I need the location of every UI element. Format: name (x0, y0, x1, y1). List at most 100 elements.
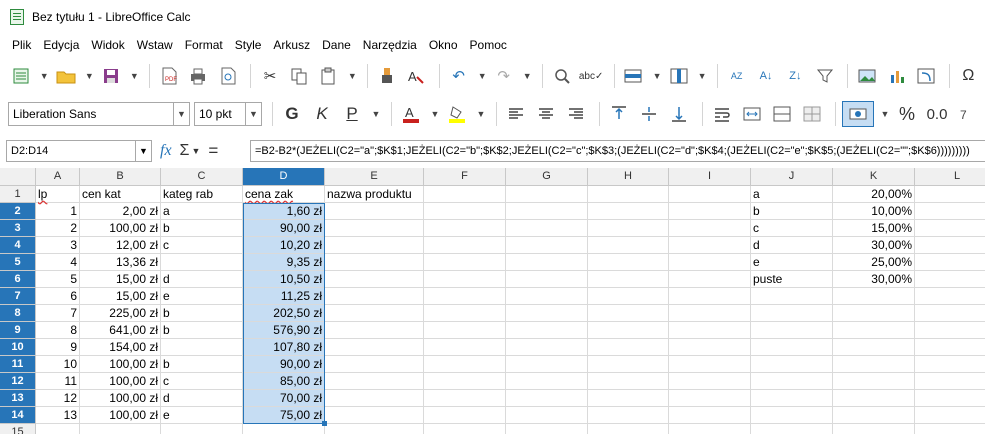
cell[interactable] (833, 339, 915, 356)
cell[interactable] (669, 322, 751, 339)
table-cell-lp[interactable]: 4 (36, 254, 80, 271)
insert-image-icon[interactable] (854, 63, 879, 89)
spreadsheet-grid[interactable]: A B C D E F G H I J K L 1 2 3 4 5 6 7 8 9 10 11 12 13 14 15 lp cen k… (0, 168, 985, 434)
sort-icon[interactable]: AZ (724, 63, 749, 89)
align-bottom-icon[interactable] (666, 101, 692, 127)
table-cell-cen-kat[interactable]: 100,00 zł (80, 407, 161, 424)
cell[interactable] (588, 186, 669, 203)
cell[interactable] (424, 271, 506, 288)
cell[interactable] (325, 271, 424, 288)
cell[interactable] (751, 356, 833, 373)
font-name-dropdown-arrow-icon[interactable]: ▼ (173, 103, 189, 125)
table-cell-cena-zak[interactable]: 9,35 zł (243, 254, 325, 271)
cell[interactable] (424, 254, 506, 271)
table-cell-kateg[interactable]: e (161, 288, 243, 305)
cell[interactable] (669, 424, 751, 434)
export-pdf-icon[interactable]: PDF (156, 63, 181, 89)
spelling-icon[interactable]: abc✓ (578, 63, 604, 89)
name-box[interactable]: D2:D14 ▼ (6, 140, 152, 162)
menu-item-6[interactable]: Arkusz (267, 38, 316, 52)
open-folder-icon[interactable] (53, 63, 78, 89)
paste-icon[interactable] (316, 63, 341, 89)
cell[interactable] (506, 305, 588, 322)
cell[interactable] (915, 203, 985, 220)
table-cell-kateg[interactable]: e (161, 407, 243, 424)
undo-icon[interactable]: ↶ (446, 63, 471, 89)
table-cell-cena-zak[interactable]: 90,00 zł (243, 220, 325, 237)
cell[interactable] (915, 356, 985, 373)
cell[interactable] (669, 237, 751, 254)
cell[interactable] (751, 407, 833, 424)
table-cell-cena-zak[interactable]: 90,00 zł (243, 356, 325, 373)
column-header-b[interactable]: B (80, 168, 161, 186)
cell[interactable] (588, 373, 669, 390)
table-cell-lp[interactable]: 13 (36, 407, 80, 424)
cell[interactable] (325, 220, 424, 237)
table-cell-kateg[interactable]: b (161, 220, 243, 237)
table-cell-lp[interactable]: 6 (36, 288, 80, 305)
cell[interactable] (588, 356, 669, 373)
discount-value[interactable]: 20,00% (833, 186, 915, 203)
table-cell-kateg[interactable]: b (161, 356, 243, 373)
cell[interactable] (588, 288, 669, 305)
clear-formatting-icon[interactable]: A (404, 63, 429, 89)
align-center-icon[interactable] (533, 101, 559, 127)
column-header-g[interactable]: G (506, 168, 588, 186)
cell[interactable] (424, 288, 506, 305)
column-icon[interactable] (666, 63, 691, 89)
table-cell-kateg[interactable] (161, 339, 243, 356)
table-cell-cen-kat[interactable]: 100,00 zł (80, 220, 161, 237)
save-icon[interactable] (98, 63, 123, 89)
menu-item-7[interactable]: Dane (316, 38, 357, 52)
discount-label[interactable]: puste (751, 271, 833, 288)
menu-item-10[interactable]: Pomoc (464, 38, 513, 52)
discount-label[interactable]: e (751, 254, 833, 271)
discount-value[interactable]: 30,00% (833, 271, 915, 288)
cell[interactable] (669, 407, 751, 424)
cell[interactable] (669, 305, 751, 322)
discount-label[interactable]: c (751, 220, 833, 237)
cell[interactable] (833, 322, 915, 339)
table-cell-lp[interactable]: 5 (36, 271, 80, 288)
table-cell-kateg[interactable]: c (161, 237, 243, 254)
table-cell-cen-kat[interactable]: 641,00 zł (80, 322, 161, 339)
cell[interactable] (325, 322, 424, 339)
table-cell-cen-kat[interactable]: 2,00 zł (80, 203, 161, 220)
table-cell-lp[interactable]: 2 (36, 220, 80, 237)
cell[interactable] (588, 237, 669, 254)
cell[interactable] (588, 305, 669, 322)
row-header-14[interactable]: 14 (0, 407, 36, 424)
copy-icon[interactable] (287, 63, 312, 89)
cell[interactable] (669, 203, 751, 220)
cell[interactable] (506, 339, 588, 356)
table-cell-cena-zak[interactable]: 10,50 zł (243, 271, 325, 288)
align-left-icon[interactable] (503, 101, 529, 127)
discount-label[interactable]: a (751, 186, 833, 203)
cell-d1[interactable]: cena zak (243, 186, 325, 203)
table-cell-cena-zak[interactable]: 1,60 zł (243, 203, 325, 220)
cell[interactable] (915, 254, 985, 271)
cell[interactable] (325, 390, 424, 407)
cell[interactable] (588, 254, 669, 271)
row-header-15[interactable]: 15 (0, 424, 36, 434)
sum-icon[interactable]: Σ (180, 142, 190, 160)
cell[interactable] (325, 424, 424, 434)
function-wizard-icon[interactable]: fx (160, 142, 172, 160)
cell[interactable] (424, 356, 506, 373)
cell[interactable] (833, 356, 915, 373)
format-as-percent-button[interactable]: % (894, 101, 920, 127)
cell[interactable] (506, 322, 588, 339)
cell[interactable] (915, 407, 985, 424)
cell[interactable] (424, 322, 506, 339)
cell[interactable] (506, 288, 588, 305)
cell[interactable] (506, 271, 588, 288)
table-cell-cen-kat[interactable]: 225,00 zł (80, 305, 161, 322)
center-vertically-icon[interactable] (636, 101, 662, 127)
new-dropdown-arrow-icon[interactable]: ▼ (37, 63, 51, 89)
row-header-3[interactable]: 3 (0, 220, 36, 237)
column-header-e[interactable]: E (325, 168, 424, 186)
menu-item-8[interactable]: Narzędzia (357, 38, 423, 52)
cell-c1[interactable]: kateg rab (161, 186, 243, 203)
sort-ascending-icon[interactable]: A↓ (753, 63, 778, 89)
cell[interactable] (915, 322, 985, 339)
